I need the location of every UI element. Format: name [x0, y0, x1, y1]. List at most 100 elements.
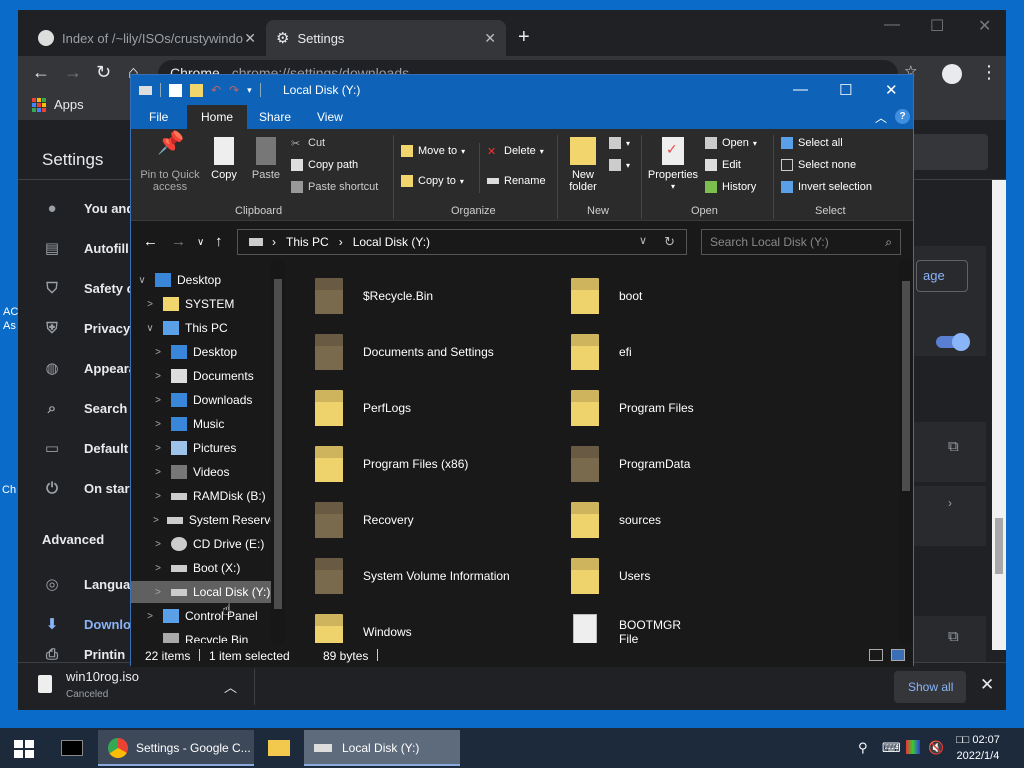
close-tab-icon[interactable]: ✕ [244, 30, 256, 47]
up-icon[interactable]: ↑ [215, 233, 223, 250]
chevron-right-icon[interactable]: > [153, 347, 163, 358]
setting-toggle[interactable] [936, 333, 970, 351]
download-filename[interactable]: win10rog.iso [66, 669, 139, 684]
sidebar-item-autofill[interactable]: ▤ Autofill [42, 236, 129, 260]
copy-to-button[interactable]: Copy to ▾ [401, 175, 464, 187]
reload-icon[interactable]: ↻ [96, 62, 111, 83]
taskbar-chrome[interactable]: Settings - Google C... [98, 730, 254, 766]
sidebar-item-search[interactable]: ⌕ Search [42, 396, 128, 420]
nav-item[interactable]: ∨ Desktop [131, 269, 271, 291]
chevron-down-icon[interactable]: ∨ [137, 275, 147, 286]
folder-item[interactable]: PerfLogs [311, 383, 551, 433]
nav-item[interactable]: > Downloads [131, 389, 271, 411]
paste-shortcut-button[interactable]: Paste shortcut [291, 181, 378, 193]
scrollbar-thumb[interactable] [274, 279, 282, 609]
close-button[interactable]: ✕ [885, 81, 898, 99]
delete-button[interactable]: ✕ Delete ▾ [487, 145, 544, 158]
properties-icon[interactable] [169, 83, 182, 97]
file-item[interactable]: BOOTMGR File [567, 607, 807, 643]
nav-item[interactable]: > Pictures [131, 437, 271, 459]
new-tab-button[interactable]: + [518, 26, 530, 49]
easy-access-button[interactable]: ▾ [609, 159, 630, 171]
start-button[interactable] [14, 740, 34, 758]
nav-item[interactable]: > Music [131, 413, 271, 435]
chevron-right-icon[interactable]: > [145, 611, 155, 622]
details-view-icon[interactable] [869, 649, 883, 661]
folder-item[interactable]: System Volume Information [311, 551, 551, 601]
nav-item[interactable]: > Boot (X:) [131, 557, 271, 579]
folder-item[interactable]: Documents and Settings [311, 327, 551, 377]
nav-item[interactable]: > Control Panel [131, 605, 271, 627]
chevron-right-icon[interactable]: > [153, 563, 163, 574]
customize-qat-icon[interactable]: ▾ [247, 85, 252, 96]
taskbar-terminal[interactable] [54, 730, 90, 766]
folder-item[interactable]: Windows [311, 607, 551, 643]
back-icon[interactable]: ← [143, 233, 158, 250]
chevron-up-icon[interactable]: ︿ [224, 677, 237, 696]
nav-item[interactable]: > Local Disk (Y:) [131, 581, 271, 603]
address-input[interactable]: › This PC › Local Disk (Y:) ∨ ↻ [237, 229, 687, 255]
volume-muted-icon[interactable]: 🔇 [928, 740, 944, 756]
copy-path-button[interactable]: Copy path [291, 159, 358, 171]
rename-button[interactable]: Rename [487, 175, 546, 187]
folder-item[interactable]: Program Files (x86) [311, 439, 551, 489]
refresh-icon[interactable]: ↻ [664, 234, 675, 250]
menu-kebab-icon[interactable]: ⋮ [980, 62, 998, 83]
page-scrollbar[interactable] [992, 180, 1006, 650]
recent-locations-icon[interactable]: ∨ [197, 237, 204, 248]
sidebar-item-default-browser[interactable]: ▭ Default [42, 436, 128, 460]
minimize-button[interactable]: — [884, 16, 900, 34]
move-to-button[interactable]: Move to ▾ [401, 145, 465, 157]
chevron-right-icon[interactable]: > [153, 587, 163, 598]
nav-item[interactable]: > SYSTEM [131, 293, 271, 315]
taskbar-file-explorer[interactable] [260, 730, 298, 766]
pin-quick-access-button[interactable]: 📌 Pin to Quick access [137, 132, 203, 194]
select-none-button[interactable]: Select none [781, 159, 856, 171]
maximize-button[interactable]: ☐ [930, 16, 944, 36]
sidebar-item-privacy[interactable]: ⛨ Privacy [42, 316, 130, 340]
sidebar-item-appearance[interactable]: ◍ Appeara [42, 356, 136, 380]
nav-item[interactable]: > RAMDisk (B:) [131, 485, 271, 507]
chevron-right-icon[interactable]: > [153, 539, 163, 550]
new-folder-button[interactable]: New folder [563, 137, 603, 193]
breadcrumb-local-disk[interactable]: Local Disk (Y:) [353, 235, 430, 249]
sidebar-item-downloads[interactable]: ⬇ Downlo [42, 612, 131, 636]
chevron-right-icon[interactable]: > [153, 419, 163, 430]
scrollbar-thumb[interactable] [902, 281, 910, 491]
nav-item[interactable]: > CD Drive (E:) [131, 533, 271, 555]
redo-icon[interactable]: ↷ [229, 83, 239, 97]
help-icon[interactable]: ? [895, 109, 910, 124]
folder-item[interactable]: Recovery [311, 495, 551, 545]
chevron-right-icon[interactable]: › [948, 496, 952, 510]
show-all-button[interactable]: Show all [894, 671, 966, 703]
keyboard-icon[interactable]: ⌨ [882, 740, 901, 756]
apps-shortcut[interactable]: Apps [32, 97, 84, 112]
nav-item[interactable]: > Videos [131, 461, 271, 483]
folder-item[interactable]: $Recycle.Bin [311, 271, 551, 321]
chevron-down-icon[interactable]: ∨ [639, 234, 647, 247]
external-link-icon[interactable]: ⧉ [948, 438, 959, 455]
manage-button[interactable]: age [916, 260, 968, 292]
folder-item[interactable]: Program Files [567, 383, 807, 433]
minimize-button[interactable]: — [793, 81, 808, 98]
close-download-shelf-icon[interactable]: ✕ [980, 675, 994, 695]
paste-button[interactable]: Paste [249, 137, 283, 181]
open-button[interactable]: Open ▾ [705, 137, 757, 149]
forward-icon[interactable]: → [171, 233, 186, 250]
history-button[interactable]: History [705, 181, 756, 193]
close-tab-icon[interactable]: ✕ [484, 30, 496, 47]
edit-button[interactable]: Edit [705, 159, 741, 171]
chevron-right-icon[interactable]: > [153, 515, 159, 526]
tab-file[interactable]: File [149, 110, 168, 124]
new-item-button[interactable]: ▾ [609, 137, 630, 149]
tab-share[interactable]: Share [259, 110, 291, 124]
folder-item[interactable]: Users [567, 551, 807, 601]
properties-button[interactable]: ✓ Properties ▾ [645, 137, 701, 193]
nav-item[interactable]: > Desktop [131, 341, 271, 363]
forward-icon[interactable]: → [64, 62, 82, 83]
clock[interactable]: □□ 02:07 2022/1/4 [956, 732, 1000, 764]
invert-selection-button[interactable]: Invert selection [781, 181, 872, 193]
chevron-right-icon[interactable]: > [153, 443, 163, 454]
undo-icon[interactable]: ↶ [211, 83, 221, 97]
scrollbar-thumb[interactable] [995, 518, 1003, 574]
